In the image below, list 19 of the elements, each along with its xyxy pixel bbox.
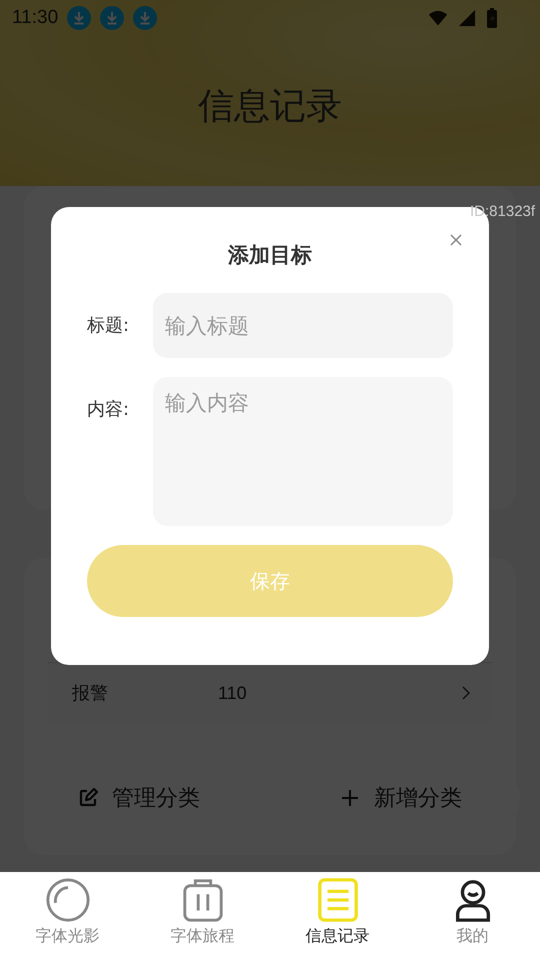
tab-label: 字体旅程 [170, 926, 234, 947]
nav-tab[interactable]: 我的 [405, 872, 540, 960]
field-label: 内容: [87, 398, 130, 421]
row-value: 110 [218, 682, 248, 704]
list-row[interactable]: 报警 110 [48, 663, 492, 723]
row-label: 报警 [72, 682, 109, 705]
close-icon[interactable] [450, 234, 462, 246]
status-time: 11:30 [12, 7, 58, 29]
tab-label: 我的 [456, 926, 488, 947]
tab-label: 字体光影 [36, 926, 100, 947]
tab-label: 信息记录 [306, 926, 370, 947]
nav-tab[interactable]: 字体光影 [0, 872, 135, 960]
dialog-title: 添加目标 [226, 242, 313, 269]
nav-tab[interactable]: 字体旅程 [135, 872, 270, 960]
field-label: 标题: [87, 314, 130, 337]
title-input[interactable]: 输入标题 [153, 293, 453, 358]
nav-tab[interactable]: 信息记录 [270, 872, 405, 960]
content-input[interactable]: 输入内容 [153, 377, 453, 526]
lens-icon [44, 877, 90, 923]
